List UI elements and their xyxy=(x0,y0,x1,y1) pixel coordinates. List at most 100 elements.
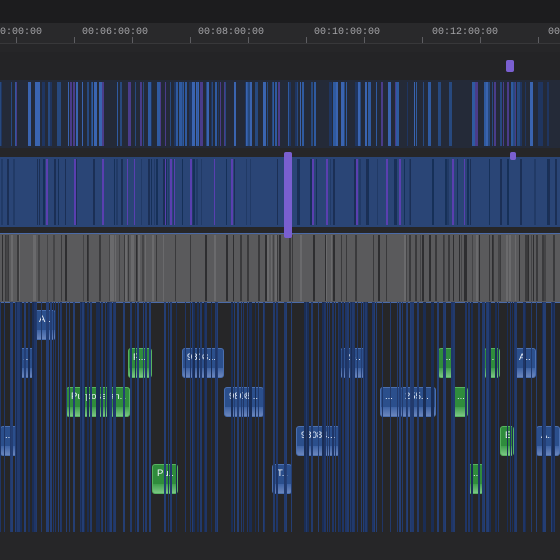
lane-strip xyxy=(69,302,70,532)
video-frame-strip xyxy=(120,82,122,146)
audio-waveform-strip xyxy=(464,235,465,301)
video-frame-strip xyxy=(432,159,434,225)
video-frame-strip xyxy=(73,82,75,146)
video-frame-strip xyxy=(409,159,410,225)
video-frame-strip xyxy=(43,159,45,225)
audio-waveform-strip xyxy=(489,235,490,301)
audio-waveform-strip xyxy=(11,235,13,301)
ruler-label: 00:12:00:00 xyxy=(432,27,499,38)
playhead-marker[interactable] xyxy=(284,152,292,238)
primary-video-track[interactable] xyxy=(0,157,560,227)
ruler-label: 00:06:00:00 xyxy=(82,27,149,38)
lane-strip xyxy=(495,302,497,532)
lane-strip xyxy=(84,302,85,532)
video-frame-strip xyxy=(148,82,151,146)
playhead-marker[interactable] xyxy=(506,60,514,72)
video-frame-strip xyxy=(503,82,504,146)
audio-waveform-strip xyxy=(5,235,6,301)
video-frame-strip xyxy=(143,82,144,146)
lane-strip xyxy=(382,302,383,532)
timeline-clip[interactable]: T... xyxy=(272,464,292,494)
audio-waveform-strip xyxy=(265,235,267,301)
video-frame-strip xyxy=(182,159,183,225)
lane-strip xyxy=(327,302,328,532)
video-frame-strip xyxy=(57,82,60,146)
video-frame-strip xyxy=(500,159,502,225)
ruler-tick xyxy=(538,37,539,43)
video-frame-strip xyxy=(394,159,395,225)
lane-strip xyxy=(510,302,511,532)
lane-strip xyxy=(176,302,177,532)
lane-strip xyxy=(304,302,306,532)
timecode-ruler[interactable]: 0:00:00 00:06:00:00 00:08:00:00 00:10:00… xyxy=(0,23,560,44)
video-frame-strip xyxy=(449,82,452,146)
lane-strip xyxy=(164,302,166,532)
lane-strip xyxy=(332,302,334,532)
video-frame-strip xyxy=(141,159,142,225)
lane-strip xyxy=(453,302,455,532)
lane-strip xyxy=(107,302,109,532)
audio-waveform-strip xyxy=(422,235,424,301)
audio-waveform-strip xyxy=(515,235,516,301)
video-frame-strip xyxy=(486,82,488,146)
video-frame-strip xyxy=(65,159,66,225)
ruler-tick xyxy=(364,37,365,43)
video-frame-strip xyxy=(151,159,152,225)
lane-strip xyxy=(468,302,470,532)
video-frame-strip xyxy=(128,82,130,146)
lane-strip xyxy=(73,302,75,532)
audio-waveform-strip xyxy=(479,235,480,301)
timeline-clip[interactable]: A... xyxy=(536,426,560,456)
video-frame-strip xyxy=(174,159,175,225)
lane-strip xyxy=(53,302,54,532)
lane-strip xyxy=(484,302,485,532)
lane-strip xyxy=(247,302,248,532)
lane-strip xyxy=(443,302,445,532)
clip-waveform xyxy=(35,330,55,339)
playhead-marker[interactable] xyxy=(510,152,516,160)
audio-waveform-strip xyxy=(273,235,274,301)
video-frame-strip xyxy=(447,159,449,225)
video-frame-strip xyxy=(377,159,378,225)
audio-waveform-strip xyxy=(355,235,357,301)
video-frame-strip xyxy=(386,159,388,225)
video-frame-strip xyxy=(234,82,236,146)
lane-strip xyxy=(390,302,391,532)
audio-waveform-strip xyxy=(152,235,154,301)
video-frame-strip xyxy=(220,82,221,146)
lane-strip xyxy=(241,302,242,532)
audio-waveform-strip xyxy=(461,235,462,301)
lane-strip xyxy=(4,302,5,532)
video-frame-strip xyxy=(37,82,40,146)
lane-strip xyxy=(406,302,407,532)
video-frame-strip xyxy=(28,82,29,146)
video-frame-strip xyxy=(416,82,417,146)
timeline-tracks[interactable]: A......P...9808...25.........A...Purpose… xyxy=(0,44,560,560)
video-frame-strip xyxy=(231,159,233,225)
audio-waveform-strip xyxy=(472,235,473,301)
lane-strip xyxy=(412,302,414,532)
video-frame-strip xyxy=(457,159,458,225)
lane-strip xyxy=(105,302,106,532)
video-frame-strip xyxy=(15,82,16,146)
lane-strip xyxy=(87,302,89,532)
lane-strip xyxy=(17,302,19,532)
audio-waveform-strip xyxy=(415,235,417,301)
lane-strip xyxy=(338,302,339,532)
audio-waveform-strip xyxy=(527,235,528,301)
lane-strip xyxy=(264,302,265,532)
video-frame-strip xyxy=(272,82,273,146)
audio-waveform-strip xyxy=(99,235,101,301)
lane-strip xyxy=(170,302,172,532)
lane-strip xyxy=(486,302,487,532)
lane-strip xyxy=(110,302,112,532)
video-frame-strip xyxy=(102,82,104,146)
video-frame-strip xyxy=(76,82,78,146)
video-frame-strip xyxy=(356,159,358,225)
lane-strip xyxy=(354,302,355,532)
lane-strip xyxy=(28,302,30,532)
clip-waveform xyxy=(537,446,559,455)
lane-strip xyxy=(424,302,426,532)
video-frame-strip xyxy=(70,82,72,146)
connected-clip-track xyxy=(0,52,560,82)
